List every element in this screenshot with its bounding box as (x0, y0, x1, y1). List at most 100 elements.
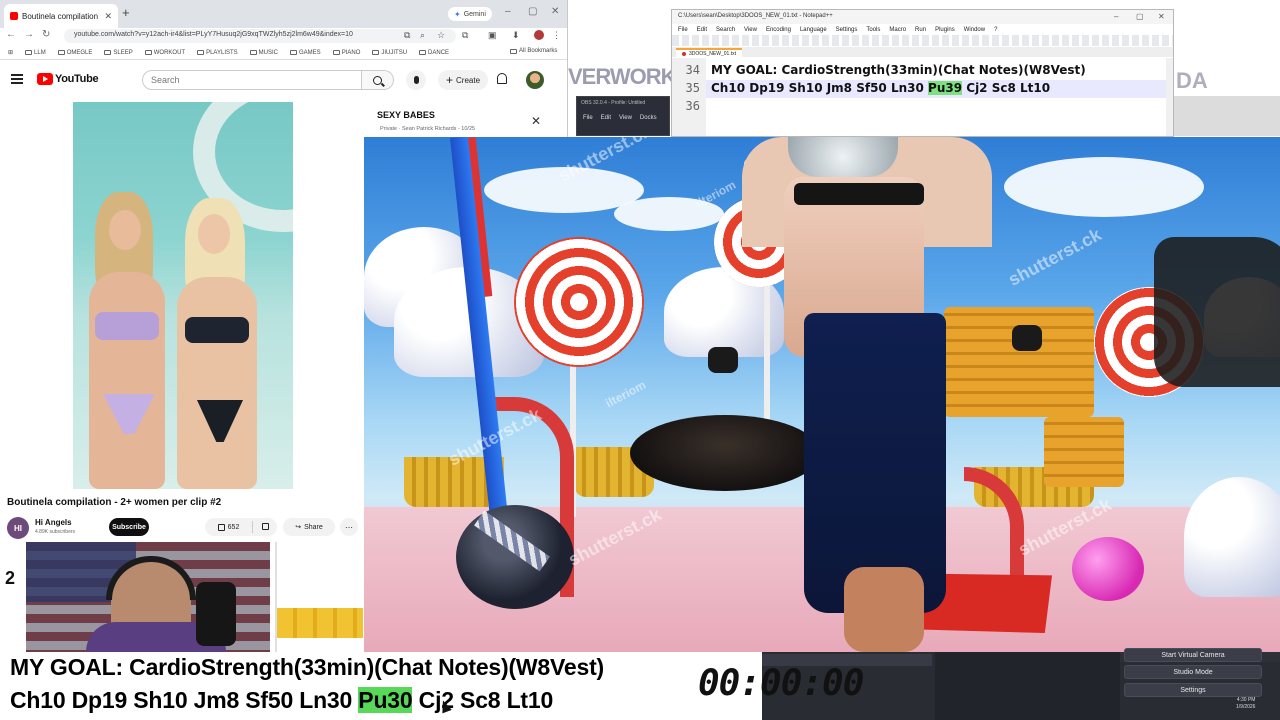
obs-dock-panel (935, 652, 1120, 720)
all-bookmarks[interactable]: All Bookmarks (510, 48, 557, 54)
hamburger-menu-icon[interactable] (11, 74, 23, 84)
side-number: 2 (5, 568, 16, 588)
start-virtual-camera-button[interactable]: Start Virtual Camera (1124, 648, 1262, 662)
code-highlight: Pu39 (928, 81, 963, 95)
zoom-icon[interactable]: ⌕ (420, 30, 425, 41)
playlist-close-button[interactable]: ✕ (531, 114, 541, 128)
weapon-model (1154, 237, 1280, 387)
npp-menu-edit[interactable]: Edit (697, 27, 707, 33)
waffle-block (944, 307, 1094, 417)
npp-menu-plugins[interactable]: Plugins (935, 27, 955, 33)
dark-ball (456, 505, 574, 609)
npp-menu-file[interactable]: File (678, 27, 688, 33)
code-line[interactable]: Ch10 Dp19 Sh10 Jm8 Sf50 Ln30 Pu39 Cj2 Sc… (711, 81, 1050, 95)
video-player[interactable] (73, 102, 293, 489)
voice-search-button[interactable] (406, 70, 426, 90)
npp-maximize-icon[interactable]: ▢ (1136, 12, 1144, 21)
browser-tab-active[interactable]: Boutinela compilation - 2+ wo ✕ (4, 4, 118, 28)
bookmark-star-icon[interactable]: ☆ (437, 30, 445, 41)
obs-menu-file[interactable]: File (583, 115, 593, 121)
npp-menu-language[interactable]: Language (800, 27, 827, 33)
tab-title: Boutinela compilation - 2+ wo (22, 11, 100, 21)
notepad-toolbar[interactable] (672, 35, 1173, 46)
youtube-logo-text[interactable]: YouTube (55, 73, 99, 85)
profile-avatar-icon[interactable] (534, 30, 544, 40)
workout-timer: 00:00:00 (698, 663, 864, 704)
npp-menu-tools[interactable]: Tools (866, 27, 880, 33)
video-figure-right (177, 277, 257, 489)
new-tab-button[interactable]: + (122, 6, 130, 20)
minimize-icon[interactable]: – (505, 6, 511, 17)
maximize-icon[interactable]: ▢ (528, 6, 537, 17)
bookmark-jiujitsu[interactable]: JIUJITSU (372, 50, 407, 56)
bookmark-music[interactable]: MUSIC (249, 50, 278, 56)
url-field[interactable]: youtube.com/watch?v=y12ach-ir4&list=PLyY… (64, 29, 456, 43)
notifications-bell-icon[interactable] (497, 73, 507, 84)
bookmark-llm[interactable]: LLM (25, 50, 46, 56)
npp-menu-window[interactable]: Window (964, 27, 985, 33)
pink-lollipop (1072, 537, 1144, 601)
window-close-icon[interactable]: ✕ (551, 6, 559, 17)
reload-icon[interactable]: ↻ (42, 29, 50, 40)
gemini-button[interactable]: ✦ Gemini (448, 7, 492, 21)
channel-name[interactable]: Hi Angels (35, 518, 72, 527)
sidepanel-icon[interactable]: ▣ (488, 30, 497, 41)
bookmark-sleep[interactable]: SLEEP (104, 50, 133, 56)
back-arrow-icon[interactable]: ← (6, 29, 16, 40)
notepad-file-tab[interactable]: 3DOOS_NEW_01.txt (676, 48, 742, 57)
settings-button[interactable]: Settings (1124, 683, 1262, 697)
bookmark-workout[interactable]: WORKOUT (144, 50, 185, 56)
npp-menu-settings[interactable]: Settings (836, 27, 858, 33)
background-gray-strip (1174, 96, 1280, 136)
download-icon[interactable]: ⬇ (512, 30, 520, 41)
like-button[interactable]: 652 (205, 521, 253, 533)
npp-menu-encoding[interactable]: Encoding (766, 27, 791, 33)
npp-menu-view[interactable]: View (744, 27, 757, 33)
bookmark-label: DANCE (428, 49, 450, 56)
youtube-logo-icon[interactable] (37, 73, 53, 85)
share-button[interactable]: ↪ Share (283, 518, 335, 536)
tab-close-icon[interactable]: ✕ (104, 11, 112, 22)
line-number: 34 (685, 63, 700, 77)
goal-overlay-text: MY GOAL: CardioStrength(33min)(Chat Note… (10, 654, 604, 680)
obs-menu-view[interactable]: View (619, 115, 632, 121)
extensions-icon[interactable]: ⧉ (462, 30, 468, 41)
account-avatar[interactable] (526, 71, 544, 89)
dislike-button[interactable] (253, 522, 277, 532)
studio-mode-button[interactable]: Studio Mode (1124, 665, 1262, 679)
npp-menu-run[interactable]: Run (915, 27, 926, 33)
npp-minimize-icon[interactable]: – (1114, 12, 1118, 21)
bookmark-piano[interactable]: PIANO (332, 50, 360, 56)
notepad-scrollbar[interactable] (1166, 58, 1173, 136)
npp-menu-search[interactable]: Search (716, 27, 735, 33)
create-button[interactable]: + Create (438, 70, 489, 90)
obs-menu-docks[interactable]: Docks (640, 115, 657, 121)
bookmark-games[interactable]: GAMES (290, 50, 321, 56)
player-legs (844, 567, 924, 652)
notepad-tab-label: 3DOOS_NEW_01.txt (689, 50, 736, 57)
search-input[interactable]: Search (142, 70, 362, 90)
apps-grid-icon[interactable]: ⊞ (8, 49, 13, 56)
webcam-feed (26, 542, 270, 652)
yellow-pattern (277, 608, 363, 638)
install-icon[interactable]: ⧉ (404, 30, 410, 41)
playlist-title[interactable]: SEXY BABES (377, 110, 435, 120)
menu-kebab-icon[interactable]: ⋮ (552, 30, 561, 41)
search-button[interactable] (362, 70, 394, 90)
more-actions-button[interactable]: ⋯ (340, 518, 358, 536)
forward-arrow-icon[interactable]: → (24, 29, 34, 40)
npp-menu-help[interactable]: ? (994, 27, 997, 33)
npp-menu-macro[interactable]: Macro (889, 27, 906, 33)
bookmark-playlists[interactable]: PLAYLISTS (197, 50, 238, 56)
bookmark-dance[interactable]: DANCE (419, 50, 449, 56)
channel-avatar[interactable]: HI (7, 517, 29, 539)
bookmark-omegle[interactable]: OMEGLE (57, 50, 92, 56)
obs-menu-edit[interactable]: Edit (601, 115, 611, 121)
bookmark-label: JIUJITSU (381, 49, 408, 56)
folder-icon (197, 50, 205, 55)
folder-icon (144, 50, 152, 55)
subscribe-button[interactable]: Subscribe (109, 518, 149, 536)
npp-close-icon[interactable]: ✕ (1158, 12, 1165, 21)
notepad-window: C:\Users\sean\Desktop\3DOOS_NEW_01.txt -… (671, 9, 1174, 137)
code-line[interactable]: MY GOAL: CardioStrength(33min)(Chat Note… (711, 63, 1086, 77)
